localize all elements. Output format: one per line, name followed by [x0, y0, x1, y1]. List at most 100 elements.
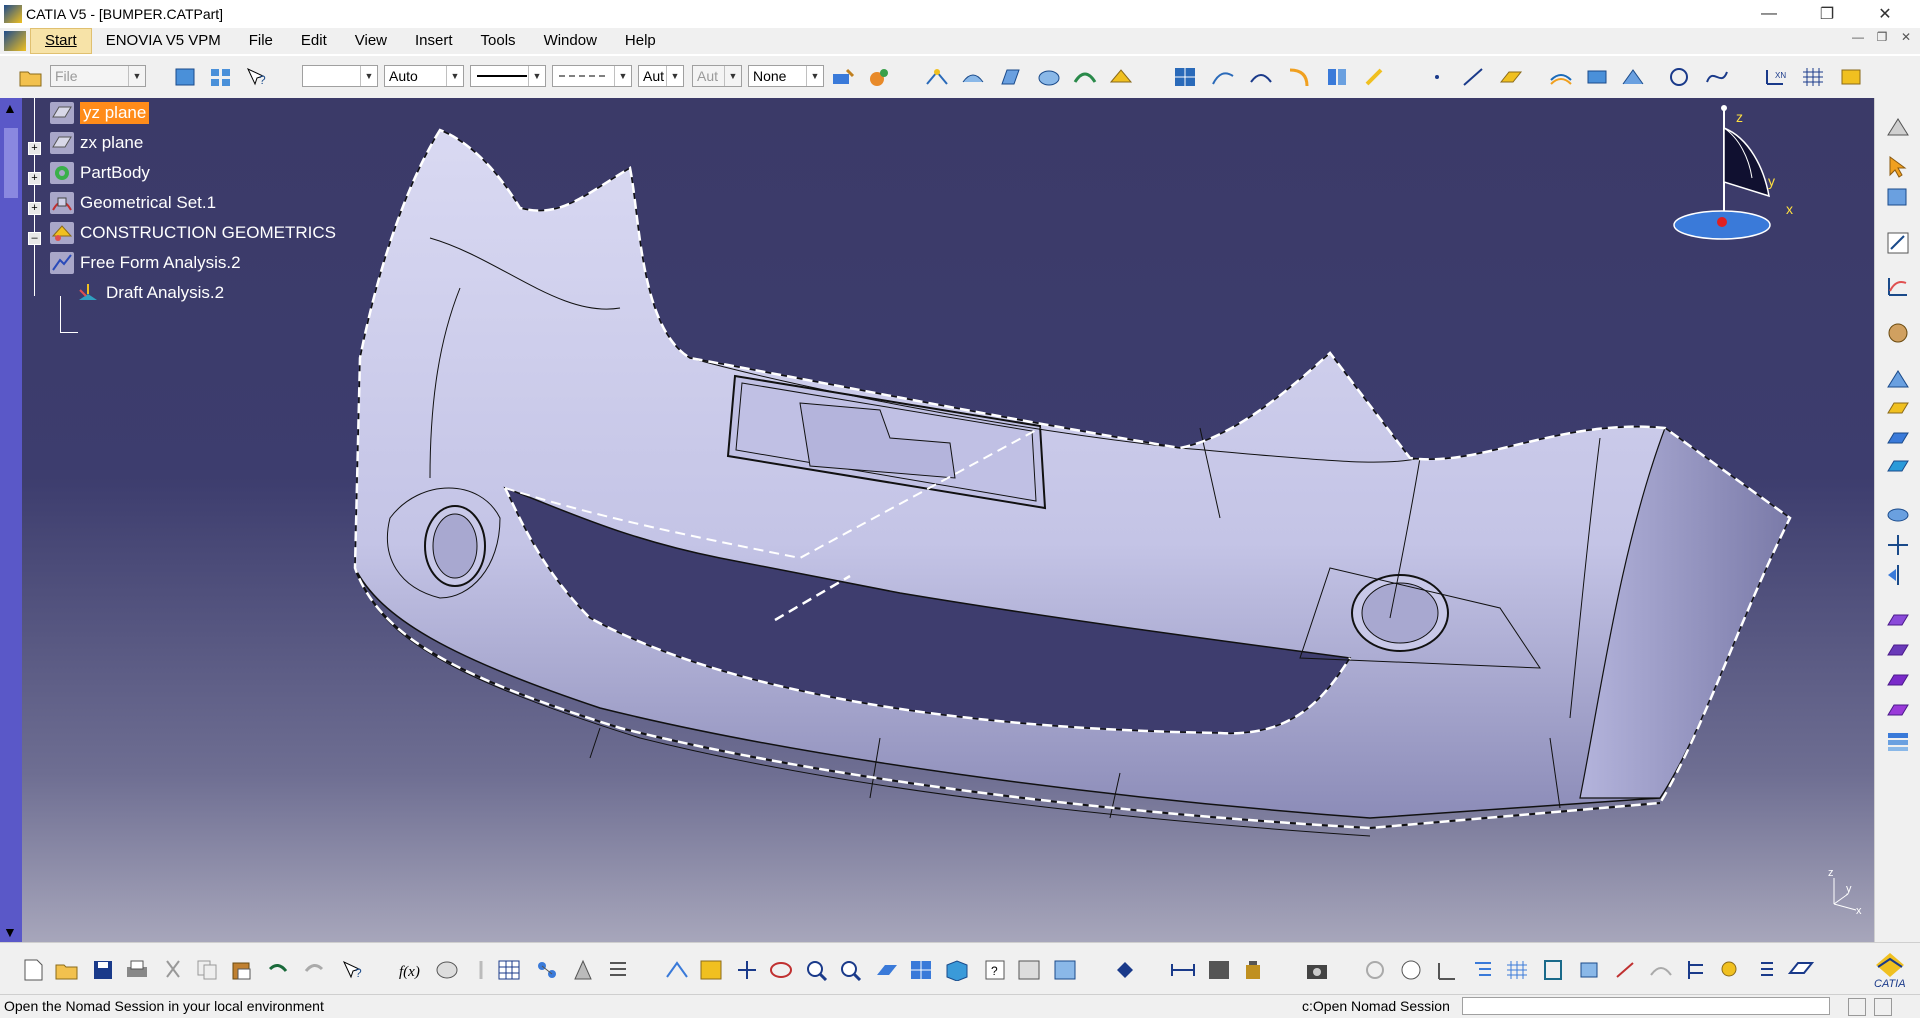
status-extra-icon[interactable] — [1874, 998, 1892, 1016]
tree-item-yz-plane[interactable]: yz plane — [50, 98, 150, 128]
link-icon[interactable] — [1362, 957, 1388, 983]
expand-geometrical-set-icon[interactable]: + — [28, 172, 41, 185]
expand-construction-icon[interactable]: + — [28, 202, 41, 215]
fit-all-icon[interactable] — [698, 957, 724, 983]
fly-mode-icon[interactable] — [664, 957, 690, 983]
spline-icon[interactable] — [1704, 64, 1730, 90]
extrude-surface-icon[interactable] — [998, 64, 1024, 90]
catalog-icon[interactable] — [1206, 957, 1232, 983]
mdi-close-icon[interactable]: ✕ — [1896, 30, 1916, 44]
connect-curve-icon[interactable] — [1248, 64, 1274, 90]
save-icon[interactable] — [90, 957, 116, 983]
shading-icon[interactable] — [1052, 957, 1078, 983]
draft-icon[interactable] — [1885, 502, 1911, 528]
close-icon[interactable]: ✕ — [1862, 0, 1908, 28]
plane-tool-icon[interactable] — [1498, 64, 1524, 90]
apply-material-icon[interactable] — [866, 64, 892, 90]
menu-tools[interactable]: Tools — [467, 29, 530, 53]
graph-icon[interactable] — [1885, 274, 1911, 300]
tree-item-zx-plane[interactable]: zx plane — [50, 128, 143, 158]
sketcher-icon[interactable] — [1885, 230, 1911, 256]
knowledge-advisor-icon[interactable] — [534, 957, 560, 983]
knowledge-icon[interactable] — [434, 957, 460, 983]
mdi-minimize-icon[interactable]: — — [1848, 30, 1868, 44]
tree-item-geometrical-set[interactable]: Geometrical Set.1 — [50, 188, 216, 218]
open-icon[interactable] — [54, 957, 80, 983]
tree-item-construction-geometrics[interactable]: CONSTRUCTION GEOMETRICS — [50, 218, 336, 248]
snap-icon[interactable] — [1612, 957, 1638, 983]
symmetry-icon[interactable] — [1885, 562, 1911, 588]
painter-icon[interactable] — [830, 64, 856, 90]
3d-viewport[interactable]: ▲ ▼ yz plane zx plane + PartBody + Geome… — [0, 98, 1874, 942]
sweep-surface-icon[interactable] — [1072, 64, 1098, 90]
hand-icon[interactable] — [1398, 957, 1424, 983]
restore-icon[interactable]: ❐ — [1804, 0, 1850, 28]
menu-start[interactable]: Start — [30, 28, 92, 54]
curve-icon[interactable] — [1648, 957, 1674, 983]
measure-icon[interactable] — [570, 957, 596, 983]
line-icon[interactable] — [1460, 64, 1486, 90]
transparency-combo[interactable]: Auto ▼ — [384, 65, 464, 87]
minimize-icon[interactable]: — — [1746, 0, 1792, 28]
scan-icon[interactable] — [172, 64, 198, 90]
sketch-icon[interactable] — [1885, 184, 1911, 210]
new-icon[interactable] — [20, 957, 46, 983]
revolve-surface-icon[interactable] — [1036, 64, 1062, 90]
catia-start-icon[interactable] — [4, 31, 26, 51]
point-icon[interactable] — [1424, 64, 1450, 90]
stack-icon[interactable] — [1754, 957, 1780, 983]
axis-system-icon[interactable]: XN — [1762, 64, 1788, 90]
grid-view-icon[interactable] — [1504, 957, 1530, 983]
zoom-out-icon[interactable] — [838, 957, 864, 983]
menu-file[interactable]: File — [235, 29, 287, 53]
pattern-icon[interactable] — [1885, 320, 1911, 346]
zoom-in-icon[interactable] — [804, 957, 830, 983]
close-surface-icon[interactable] — [1885, 698, 1911, 724]
open-folder-icon[interactable] — [18, 64, 44, 90]
mdi-restore-icon[interactable]: ❐ — [1872, 30, 1892, 44]
split-icon[interactable] — [1324, 64, 1350, 90]
menu-enovia[interactable]: ENOVIA V5 VPM — [92, 29, 235, 53]
surface-tool-icon[interactable] — [960, 64, 986, 90]
menu-window[interactable]: Window — [530, 29, 611, 53]
collapse-free-form-icon[interactable]: – — [28, 232, 41, 245]
rotate-icon[interactable] — [1885, 532, 1911, 558]
tree-expand-icon[interactable] — [1470, 957, 1496, 983]
iso-view-icon[interactable] — [944, 957, 970, 983]
menu-edit[interactable]: Edit — [287, 29, 341, 53]
multi-view-icon[interactable] — [908, 957, 934, 983]
tree-item-partbody[interactable]: PartBody — [50, 158, 150, 188]
cut-icon[interactable] — [160, 957, 186, 983]
undo-icon[interactable] — [264, 957, 290, 983]
shell-icon[interactable] — [1885, 638, 1911, 664]
corner-icon[interactable] — [1286, 64, 1312, 90]
paste-icon[interactable] — [228, 957, 254, 983]
join-icon[interactable] — [1584, 64, 1610, 90]
compass-icon[interactable]: z y x — [1664, 98, 1804, 268]
circle-icon[interactable] — [1666, 64, 1692, 90]
thickness-icon[interactable] — [1885, 608, 1911, 634]
pan-icon[interactable] — [734, 957, 760, 983]
analysis-grid-icon[interactable] — [1172, 64, 1198, 90]
bottle-icon[interactable] — [1240, 957, 1266, 983]
normal-view-icon[interactable] — [874, 957, 900, 983]
command-input[interactable] — [1462, 997, 1830, 1015]
redo-icon[interactable] — [302, 957, 328, 983]
whats-this-icon[interactable]: ? — [244, 64, 270, 90]
print-icon[interactable] — [124, 957, 150, 983]
select-icon[interactable] — [1885, 154, 1911, 180]
grid-icon[interactable] — [1800, 64, 1826, 90]
query-icon[interactable] — [1718, 957, 1744, 983]
fill-surface-icon[interactable] — [1108, 64, 1134, 90]
offset-surface-icon[interactable] — [1548, 64, 1574, 90]
linetype-combo[interactable]: ▼ — [470, 65, 546, 87]
layer-combo[interactable]: None ▼ — [748, 65, 824, 87]
status-toggle-icon[interactable] — [1848, 998, 1866, 1016]
solid-icon[interactable] — [1885, 668, 1911, 694]
point-combo[interactable]: Aut ▼ — [692, 65, 742, 87]
sync-icon[interactable] — [1112, 957, 1138, 983]
box-icon[interactable] — [1576, 957, 1602, 983]
workbench-icon[interactable] — [1885, 114, 1911, 140]
dimension-icon[interactable] — [1170, 957, 1196, 983]
tree-structure-icon[interactable] — [1684, 957, 1710, 983]
